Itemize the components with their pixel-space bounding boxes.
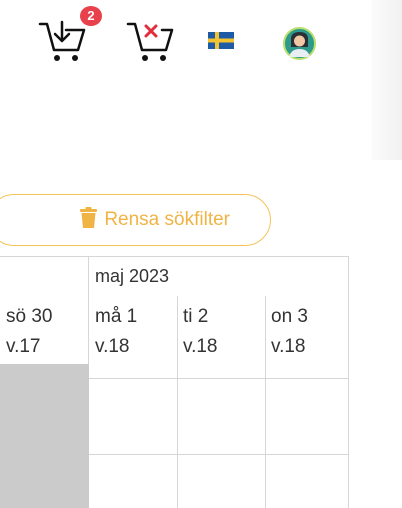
day-header-wednesday-3[interactable]: on 3 v.18 (271, 302, 308, 362)
clear-search-filter-label: Rensa sökfilter (104, 209, 230, 230)
week-label: v.18 (95, 336, 130, 357)
calendar-grid: maj 2023 sö 30 v.17 må 1 v.18 ti 2 v.18 … (0, 256, 349, 508)
cart-add-button[interactable] (38, 18, 88, 64)
cart-download-icon (38, 20, 86, 61)
day-label: ti 2 (183, 306, 209, 327)
day-label: må 1 (95, 306, 138, 327)
cart-count-badge: 2 (80, 6, 102, 26)
day-header-sunday-30[interactable]: sö 30 v.17 (6, 302, 52, 362)
day-header-monday-1[interactable]: må 1 v.18 (95, 302, 137, 362)
sweden-flag-icon[interactable] (208, 32, 234, 49)
calendar-cell[interactable] (178, 379, 265, 454)
grid-line (0, 256, 349, 257)
week-label: v.18 (183, 336, 218, 357)
cart-remove-icon (126, 22, 174, 61)
user-avatar-icon[interactable] (283, 27, 316, 60)
page-edge-shade (372, 0, 402, 160)
cart-remove-button[interactable] (126, 18, 176, 64)
month-label: maj 2023 (95, 266, 170, 286)
unavailable-day-cell (0, 364, 89, 508)
calendar-cell[interactable] (266, 379, 348, 454)
trash-icon (80, 206, 98, 234)
grid-line (348, 256, 349, 508)
week-label: v.18 (271, 336, 306, 357)
week-label: v.17 (6, 336, 41, 357)
day-label: on 3 (271, 306, 308, 327)
day-label: sö 30 (6, 306, 53, 327)
day-header-tuesday-2[interactable]: ti 2 v.18 (183, 302, 218, 362)
clear-search-filter-button[interactable]: Rensa sökfilter (0, 194, 271, 246)
calendar-cell[interactable] (89, 379, 177, 454)
